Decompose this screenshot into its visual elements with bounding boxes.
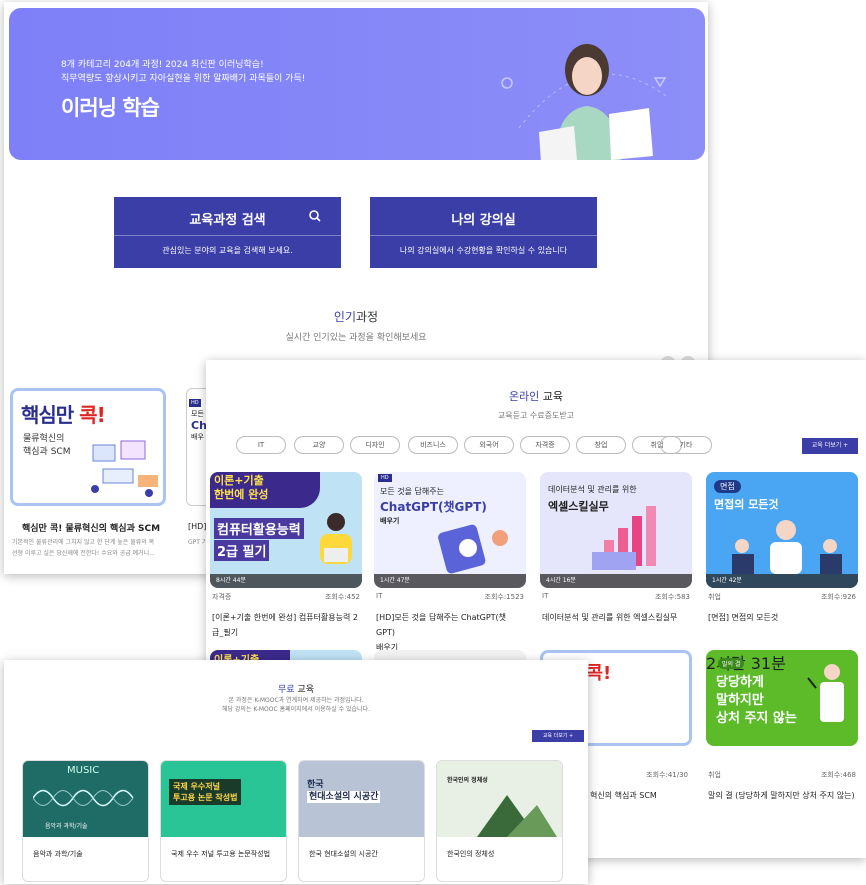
- search-icon: [309, 210, 321, 222]
- interview-people-illustration: [732, 520, 842, 574]
- course-search-button[interactable]: 교육과정 검색 관심있는 분야의 교육을 검색해 보세요.: [114, 197, 341, 268]
- category-chip-design[interactable]: 디자인: [350, 436, 400, 454]
- category-chip-it[interactable]: IT: [236, 436, 286, 454]
- landscape-illustration: [477, 795, 557, 837]
- hero-line-2: 직무역량도 향상시키고 자아실현을 위한 알짜배기 과목들이 가득!: [61, 74, 306, 84]
- hero-banner: 8개 카테고리 204개 과정! 2024 최신판 이러닝학습! 직무역량도 향…: [9, 8, 705, 160]
- course-card-chatgpt[interactable]: HD 모든 것을 답해주는 ChatGPT(챗GPT) 배우기 1시간 47분: [374, 472, 526, 588]
- peek-desc: GPT 기: [188, 539, 208, 546]
- online-title: 온라인 교육: [508, 390, 564, 403]
- hero-illustration: [501, 44, 670, 160]
- logistics-illustration: [91, 440, 158, 497]
- course-title[interactable]: 말의 결 (당당하게 말하지만 상처 주지 않는): [708, 790, 855, 801]
- free-course-card-novel[interactable]: 한국 현대소설의 시공간 한국 현대소설의 시공간: [298, 760, 425, 882]
- course-title[interactable]: [HD]모든 것을 답해주는 ChatGPT(챗GPT) 배우기: [376, 610, 524, 655]
- course-title[interactable]: [이론+기출 한번에 완성] 컴퓨터활용능력 2 급_필기: [212, 610, 360, 640]
- popular-subtitle: 실시간 인기있는 과정을 확인해보세요: [285, 333, 427, 343]
- bar-chart-illustration: [592, 506, 656, 570]
- popular-card-desc: 기본적인 물류관리에 그치지 않고 한 단계 높은 물류의 목 선형 이루고 실은…: [12, 539, 155, 557]
- speaker-illustration: [807, 664, 844, 722]
- course-title[interactable]: 혁신의 핵심과 SCM: [590, 790, 657, 801]
- course-card-interview[interactable]: 면접 면접의 모든것 1시간 42분: [706, 472, 858, 588]
- free-more-button[interactable]: 교육 더보기 +: [532, 730, 584, 742]
- free-subtitle: 본 과정은 K-MOOC과 연계하여 제공하는 과정입니다. 해당 강의는 K-M…: [221, 697, 371, 713]
- popular-course-card[interactable]: 핵심만 콕! 물류혁신의 핵심과 SCM: [10, 388, 166, 506]
- online-subtitle: 교육듣고 수료증도받고: [497, 411, 575, 420]
- course-search-label: 교육과정 검색: [189, 213, 266, 228]
- category-chip-etc[interactable]: 기타: [660, 436, 712, 454]
- category-chip-language[interactable]: 외국어: [464, 436, 514, 454]
- course-title[interactable]: [면접] 면접의 모든것: [708, 610, 856, 625]
- hero-title: 이러닝 학습: [61, 96, 160, 120]
- category-chip-certificate[interactable]: 자격증: [520, 436, 570, 454]
- hero-line-1: 8개 카테고리 204개 과정! 2024 최신판 이러닝학습!: [61, 60, 264, 70]
- course-title[interactable]: 데이터분석 및 관리를 위한 엑셀스킬실무: [542, 610, 690, 625]
- popular-card-title[interactable]: 핵심만 콕! 물류혁신의 핵심과 SCM: [22, 521, 160, 534]
- popular-title: 인기과정: [333, 310, 379, 324]
- category-chip-business[interactable]: 비즈니스: [408, 436, 458, 454]
- free-course-card-journal[interactable]: 국제 우수저널 투고용 논문 작성법 국제 우수 저널 투고용 논문작성법: [160, 760, 287, 882]
- category-chip-culture[interactable]: 교양: [294, 436, 344, 454]
- student-illustration: [320, 513, 352, 564]
- category-chip-startup[interactable]: 창업: [576, 436, 626, 454]
- free-course-card-identity[interactable]: 한국인의 정체성 한국인의 정체성: [436, 760, 563, 882]
- my-classroom-label: 나의 강의실: [451, 213, 516, 228]
- free-course-card-music[interactable]: MUSIC 음악과 과학/기술 음악과 과학/기술: [22, 760, 149, 882]
- course-card-speech[interactable]: 말의 결 당당하게 말하지만 상처 주지 않는 2시간 31분: [706, 650, 858, 746]
- phone-ai-illustration: [438, 524, 508, 574]
- course-search-desc: 관심있는 분야의 교육을 검색해 보세요.: [162, 246, 293, 255]
- my-classroom-button[interactable]: 나의 강의실 나의 강의실에서 수강현황을 확인하실 수 있습니다: [370, 197, 597, 268]
- my-classroom-desc: 나의 강의실에서 수강현황을 확인하실 수 있습니다: [399, 246, 568, 255]
- online-more-button[interactable]: 교육 더보기 +: [802, 438, 858, 454]
- course-card-excel[interactable]: 데이터분석 및 관리를 위한 엑셀스킬실무 4시간 16분: [540, 472, 692, 588]
- free-title: 무료 교육: [278, 685, 314, 695]
- course-card-computer[interactable]: 이론+기출 한번에 완성 컴퓨터활용능력 2급 필기 8시간 44분: [210, 472, 362, 588]
- soundwave-icon: [33, 789, 134, 807]
- free-education-panel: 무료 교육 본 과정은 K-MOOC과 연계하여 제공하는 과정입니다. 해당 강…: [4, 660, 588, 884]
